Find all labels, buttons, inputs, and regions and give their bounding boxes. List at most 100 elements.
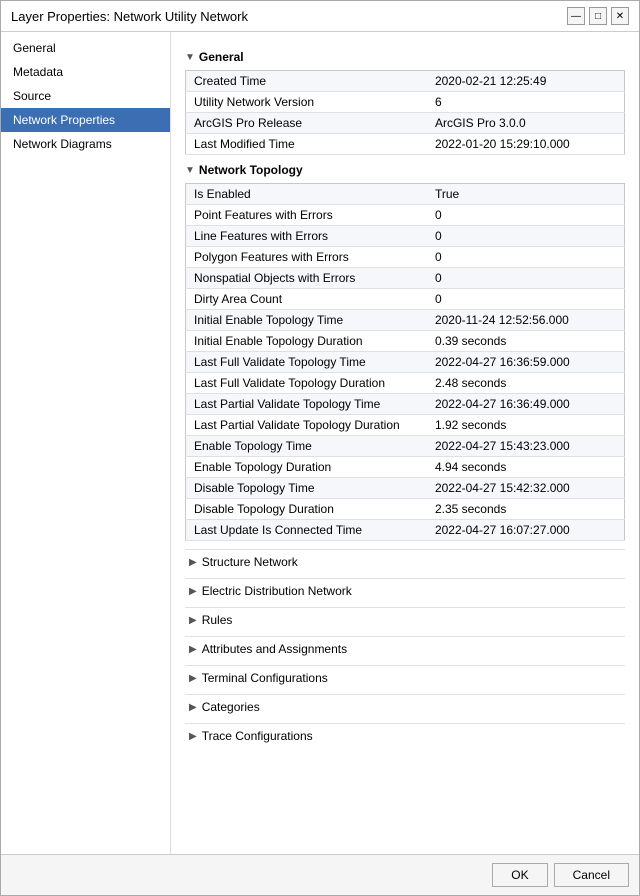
table-row: Polygon Features with Errors0 (186, 247, 625, 268)
table-row: ArcGIS Pro ReleaseArcGIS Pro 3.0.0 (186, 113, 625, 134)
maximize-button[interactable]: □ (589, 7, 607, 25)
property-label: Created Time (186, 71, 427, 92)
collapsible-header-structure-network[interactable]: ▶ Structure Network (185, 549, 625, 574)
layer-properties-dialog: Layer Properties: Network Utility Networ… (0, 0, 640, 896)
structure-network-label: Structure Network (202, 555, 298, 569)
property-value: 0 (427, 247, 625, 268)
structure-network-chevron-icon: ▶ (189, 557, 197, 568)
dialog-footer: OK Cancel (1, 854, 639, 895)
minimize-button[interactable]: — (567, 7, 585, 25)
sidebar-item-metadata[interactable]: Metadata (1, 60, 170, 84)
table-row: Last Partial Validate Topology Time2022-… (186, 394, 625, 415)
collapsible-header-terminal-configurations[interactable]: ▶ Terminal Configurations (185, 665, 625, 690)
property-value: 2022-01-20 15:29:10.000 (427, 134, 625, 155)
table-row: Created Time2020-02-21 12:25:49 (186, 71, 625, 92)
rules-label: Rules (202, 613, 233, 627)
close-button[interactable]: ✕ (611, 7, 629, 25)
collapsible-header-trace-configurations[interactable]: ▶ Trace Configurations (185, 723, 625, 748)
property-value: 2020-11-24 12:52:56.000 (427, 310, 625, 331)
property-value: 0 (427, 226, 625, 247)
sidebar-item-general[interactable]: General (1, 36, 170, 60)
property-label: Last Full Validate Topology Duration (186, 373, 427, 394)
terminal-configurations-label: Terminal Configurations (202, 671, 328, 685)
sidebar-item-source[interactable]: Source (1, 84, 170, 108)
general-chevron-icon: ▼ (185, 52, 195, 63)
table-row: Is EnabledTrue (186, 184, 625, 205)
dialog-title: Layer Properties: Network Utility Networ… (11, 9, 248, 24)
property-label: Point Features with Errors (186, 205, 427, 226)
main-content: ▼ General Created Time2020-02-21 12:25:4… (171, 32, 639, 854)
topology-chevron-icon: ▼ (185, 165, 195, 176)
property-label: Line Features with Errors (186, 226, 427, 247)
trace-configurations-label: Trace Configurations (202, 729, 313, 743)
terminal-configurations-chevron-icon: ▶ (189, 673, 197, 684)
general-section-header: ▼ General (185, 50, 625, 64)
property-label: Last Partial Validate Topology Time (186, 394, 427, 415)
property-label: Last Partial Validate Topology Duration (186, 415, 427, 436)
property-label: Initial Enable Topology Duration (186, 331, 427, 352)
property-label: ArcGIS Pro Release (186, 113, 427, 134)
title-bar-controls: — □ ✕ (567, 7, 629, 25)
cancel-button[interactable]: Cancel (554, 863, 629, 887)
table-row: Last Full Validate Topology Duration2.48… (186, 373, 625, 394)
property-value: 0 (427, 289, 625, 310)
property-value: 2.35 seconds (427, 499, 625, 520)
network-topology-section-title: Network Topology (199, 163, 303, 177)
table-row: Last Partial Validate Topology Duration1… (186, 415, 625, 436)
property-label: Enable Topology Duration (186, 457, 427, 478)
property-label: Last Update Is Connected Time (186, 520, 427, 541)
property-label: Polygon Features with Errors (186, 247, 427, 268)
collapsible-section-categories: ▶Categories (185, 694, 625, 719)
property-label: Disable Topology Duration (186, 499, 427, 520)
sidebar: GeneralMetadataSourceNetwork PropertiesN… (1, 32, 171, 854)
collapsible-section-terminal-configurations: ▶ Terminal Configurations (185, 665, 625, 690)
table-row: Initial Enable Topology Time2020-11-24 1… (186, 310, 625, 331)
collapsible-header-electric-distribution-network[interactable]: ▶ Electric Distribution Network (185, 578, 625, 603)
property-value: 0 (427, 268, 625, 289)
collapsible-section-structure-network: ▶ Structure Network (185, 549, 625, 574)
table-row: Point Features with Errors0 (186, 205, 625, 226)
property-label: Enable Topology Time (186, 436, 427, 457)
property-label: Is Enabled (186, 184, 427, 205)
attributes-and-assignments-chevron-icon: ▶ (189, 644, 197, 655)
table-row: Disable Topology Duration2.35 seconds (186, 499, 625, 520)
property-label: Utility Network Version (186, 92, 427, 113)
table-row: Line Features with Errors0 (186, 226, 625, 247)
property-value: True (427, 184, 625, 205)
trace-configurations-chevron-icon: ▶ (189, 731, 197, 742)
property-label: Nonspatial Objects with Errors (186, 268, 427, 289)
ok-button[interactable]: OK (492, 863, 547, 887)
electric-distribution-network-chevron-icon: ▶ (189, 586, 197, 597)
property-value: 2022-04-27 16:36:59.000 (427, 352, 625, 373)
content-area: GeneralMetadataSourceNetwork PropertiesN… (1, 32, 639, 854)
table-row: Enable Topology Duration4.94 seconds (186, 457, 625, 478)
property-value: 2022-04-27 16:07:27.000 (427, 520, 625, 541)
general-properties-table: Created Time2020-02-21 12:25:49Utility N… (185, 70, 625, 155)
property-value: 4.94 seconds (427, 457, 625, 478)
property-value: 0 (427, 205, 625, 226)
property-value: 2020-02-21 12:25:49 (427, 71, 625, 92)
collapsible-section-electric-distribution-network: ▶ Electric Distribution Network (185, 578, 625, 603)
electric-distribution-network-label: Electric Distribution Network (202, 584, 352, 598)
property-value: 0.39 seconds (427, 331, 625, 352)
sidebar-item-network-properties[interactable]: Network Properties (1, 108, 170, 132)
table-row: Initial Enable Topology Duration0.39 sec… (186, 331, 625, 352)
collapsible-header-categories[interactable]: ▶Categories (185, 694, 625, 719)
rules-chevron-icon: ▶ (189, 615, 197, 626)
property-value: 2022-04-27 15:42:32.000 (427, 478, 625, 499)
categories-chevron-icon: ▶ (189, 702, 197, 713)
table-row: Dirty Area Count0 (186, 289, 625, 310)
attributes-and-assignments-label: Attributes and Assignments (202, 642, 347, 656)
table-row: Utility Network Version6 (186, 92, 625, 113)
property-value: 1.92 seconds (427, 415, 625, 436)
property-label: Dirty Area Count (186, 289, 427, 310)
table-row: Nonspatial Objects with Errors0 (186, 268, 625, 289)
collapsible-header-rules[interactable]: ▶ Rules (185, 607, 625, 632)
property-value: ArcGIS Pro 3.0.0 (427, 113, 625, 134)
network-topology-section-header: ▼ Network Topology (185, 163, 625, 177)
sidebar-item-network-diagrams[interactable]: Network Diagrams (1, 132, 170, 156)
collapsible-section-attributes-and-assignments: ▶ Attributes and Assignments (185, 636, 625, 661)
table-row: Disable Topology Time2022-04-27 15:42:32… (186, 478, 625, 499)
network-topology-properties-table: Is EnabledTruePoint Features with Errors… (185, 183, 625, 541)
collapsible-header-attributes-and-assignments[interactable]: ▶ Attributes and Assignments (185, 636, 625, 661)
